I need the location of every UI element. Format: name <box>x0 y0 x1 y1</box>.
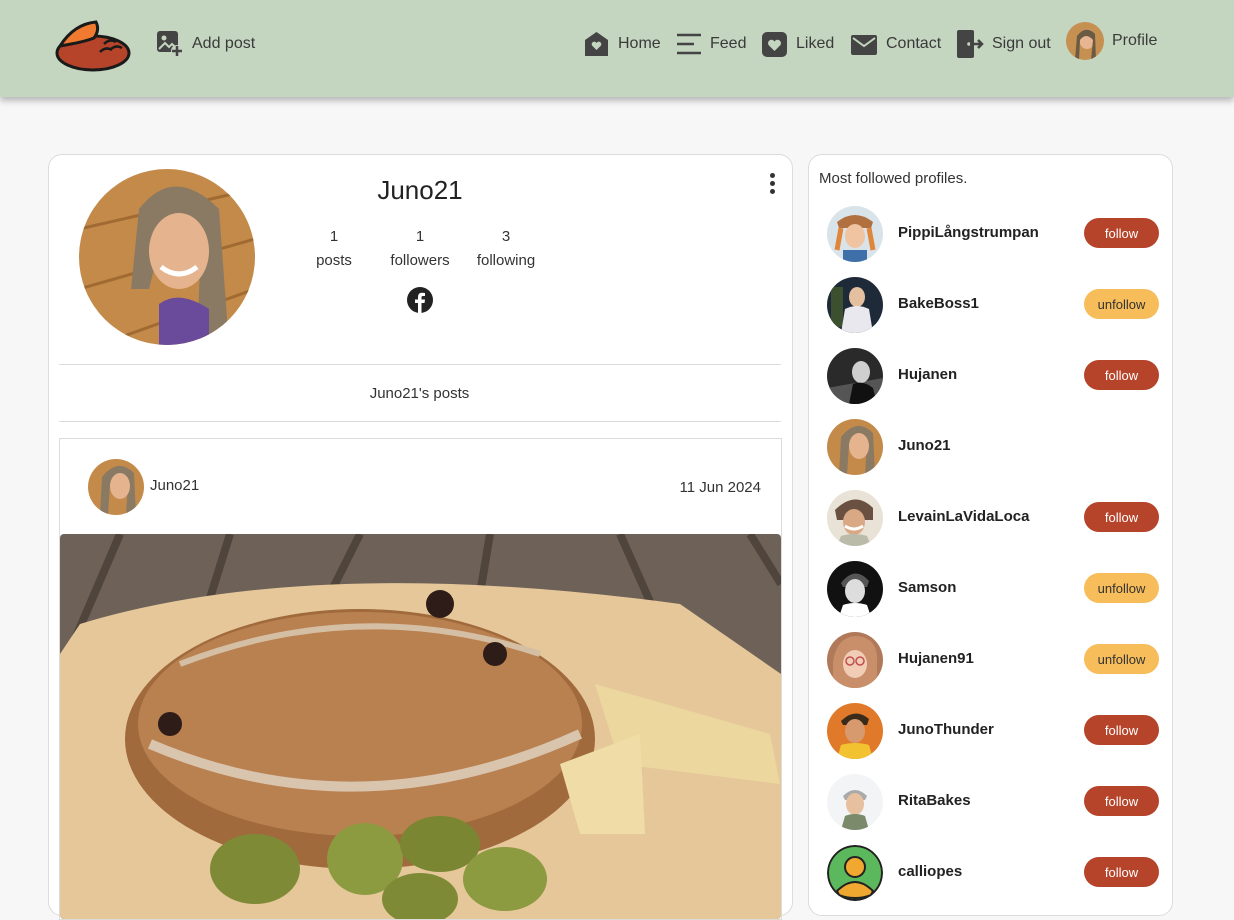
list-item: JunoThunder follow <box>827 703 1162 759</box>
nav-feed[interactable]: Feed <box>676 28 746 60</box>
profile-name[interactable]: BakeBoss1 <box>898 295 979 312</box>
avatar[interactable] <box>827 490 883 546</box>
heart-icon <box>761 31 788 58</box>
follow-button[interactable]: follow <box>1084 857 1159 887</box>
default-avatar-icon[interactable] <box>827 845 883 901</box>
follow-button[interactable]: follow <box>1084 502 1159 532</box>
nav-liked-label: Liked <box>796 35 835 52</box>
nav-contact-label: Contact <box>886 35 942 52</box>
add-image-icon <box>156 30 184 58</box>
avatar[interactable] <box>827 774 883 830</box>
follow-button[interactable]: follow <box>1084 218 1159 248</box>
list-item: PippiLångstrumpan follow <box>827 206 1162 262</box>
post-date: 11 Jun 2024 <box>679 479 761 496</box>
follow-button[interactable]: follow <box>1084 360 1159 390</box>
nav-profile-label: Profile <box>1112 32 1158 49</box>
profile-username: Juno21 <box>377 175 463 205</box>
nav-add-post-label: Add post <box>192 35 256 52</box>
list-item: BakeBoss1 unfollow <box>827 277 1162 333</box>
profile-name[interactable]: calliopes <box>898 863 962 880</box>
logo-icon[interactable] <box>54 20 132 72</box>
profile-card: Juno21 1 posts 1 followers 3 following J… <box>48 154 793 920</box>
profile-name[interactable]: Hujanen <box>898 366 957 383</box>
nav-home-label: Home <box>618 35 661 52</box>
nav-add-post[interactable]: Add post <box>156 28 255 60</box>
envelope-icon <box>850 31 878 57</box>
nav-sign-out[interactable]: Sign out <box>956 28 1051 60</box>
profile-name[interactable]: Juno21 <box>898 437 951 454</box>
follow-button[interactable]: follow <box>1084 715 1159 745</box>
avatar[interactable] <box>827 561 883 617</box>
avatar[interactable] <box>827 348 883 404</box>
following-label: following <box>476 252 536 269</box>
profile-name[interactable]: Samson <box>898 579 956 596</box>
avatar[interactable] <box>827 703 883 759</box>
list-item: RitaBakes follow <box>827 774 1162 830</box>
list-item: LevainLaVidaLoca follow <box>827 490 1162 546</box>
unfollow-button[interactable]: unfollow <box>1084 644 1159 674</box>
unfollow-button[interactable]: unfollow <box>1084 573 1159 603</box>
followers-label: followers <box>390 252 450 269</box>
avatar[interactable] <box>827 277 883 333</box>
avatar <box>1066 22 1104 60</box>
facebook-icon[interactable] <box>406 286 434 319</box>
list-item: Samson unfollow <box>827 561 1162 617</box>
list-item: Hujanen91 unfollow <box>827 632 1162 688</box>
more-options-icon[interactable] <box>767 173 777 199</box>
profile-avatar <box>79 169 255 345</box>
profile-name[interactable]: LevainLaVidaLoca <box>898 508 1029 525</box>
navbar: Add post Home Feed Liked Contact Sign ou… <box>0 0 1234 97</box>
profile-name[interactable]: RitaBakes <box>898 792 971 809</box>
list-item: calliopes follow <box>827 845 1162 901</box>
post-author-name[interactable]: Juno21 <box>150 477 199 494</box>
profile-name[interactable]: PippiLångstrumpan <box>898 224 1039 241</box>
list-item: Hujanen follow <box>827 348 1162 404</box>
posts-label: posts <box>316 252 352 269</box>
sign-out-icon <box>956 29 984 59</box>
posts-heading: Juno21's posts <box>369 385 470 402</box>
stat-following: 3 following <box>471 225 541 273</box>
stat-followers: 1 followers <box>384 225 456 273</box>
most-followed-sidebar: Most followed profiles. PippiLångstrumpa… <box>808 154 1173 916</box>
follow-button[interactable]: follow <box>1084 786 1159 816</box>
post-author-avatar[interactable] <box>88 459 144 515</box>
nav-feed-label: Feed <box>710 35 747 52</box>
nav-profile[interactable]: Profile <box>1066 22 1158 60</box>
post-image[interactable] <box>60 534 781 919</box>
followers-count: 1 <box>415 228 425 245</box>
post-card[interactable]: Juno21 11 Jun 2024 <box>59 438 782 920</box>
stat-posts: 1 posts <box>313 225 355 273</box>
nav-home[interactable]: Home <box>583 28 661 60</box>
profile-name[interactable]: Hujanen91 <box>898 650 974 667</box>
posts-count: 1 <box>329 228 339 245</box>
sidebar-title: Most followed profiles. <box>819 170 968 187</box>
list-item: Juno21 <box>827 419 1162 475</box>
divider <box>59 421 781 422</box>
nav-liked[interactable]: Liked <box>761 28 834 60</box>
following-count: 3 <box>501 228 511 245</box>
divider <box>59 364 781 365</box>
home-icon <box>583 30 610 58</box>
avatar[interactable] <box>827 206 883 262</box>
nav-sign-out-label: Sign out <box>992 35 1051 52</box>
feed-icon <box>676 32 702 56</box>
unfollow-button[interactable]: unfollow <box>1084 289 1159 319</box>
avatar[interactable] <box>827 419 883 475</box>
avatar[interactable] <box>827 632 883 688</box>
nav-contact[interactable]: Contact <box>850 28 941 60</box>
profile-name[interactable]: JunoThunder <box>898 721 994 738</box>
